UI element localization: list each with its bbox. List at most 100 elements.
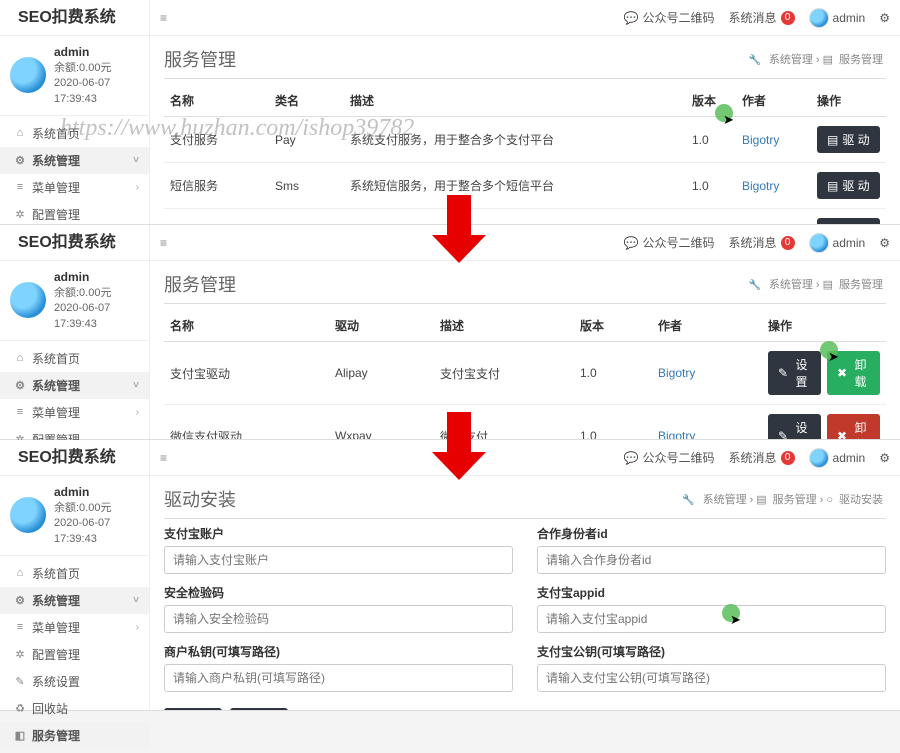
breadcrumb: 系统管理›▤服务管理›○驱动安装 [679,491,886,507]
safe-input[interactable] [164,605,513,633]
chevron-right-icon: › [136,182,139,193]
tb-qr[interactable]: 💬公众号二维码 [624,9,715,26]
sidebar: SEO扣费系统 admin 余额:0.00元 2020-06-07 17:39:… [0,440,150,710]
pub-input[interactable] [537,664,886,692]
user-time: 2020-06-07 17:39:43 [54,76,139,107]
nav-service[interactable]: ◧服务管理 [0,722,149,749]
table-row: 微信支付驱动Wxpay微信支付1.0Bigotry✎设 置✖卸 载 [164,405,886,440]
safe-label: 安全检验码 [164,584,513,601]
unload-button[interactable]: ✖卸 载 [827,351,880,395]
avatar [10,282,46,318]
tb-msg[interactable]: 系统消息0 [729,9,795,26]
hamburger-icon[interactable]: ≡ [160,11,167,25]
logo: SEO扣费系统 [0,0,149,36]
page-title: 服务管理 [164,46,236,72]
user-balance: 余额:0.00元 [54,61,139,76]
cog-icon: ✲ [14,208,26,221]
table-row: 云存储服务Storage系统云存储服务，用于整合多个云储存平台1.0Bigotr… [164,209,886,225]
topbar: ≡ 💬公众号二维码 系统消息0 admin ⚙ [150,440,900,476]
logo: SEO扣费系统 [0,440,149,476]
nav-order[interactable]: ≡菜单管理› [0,174,149,201]
truck-icon: ▤ [827,179,838,193]
pid-input[interactable] [537,546,886,574]
breadcrumb: 系统管理›▤服务管理 [745,276,886,292]
settings-icon[interactable]: ⚙ [879,236,890,250]
home-icon: ⌂ [14,127,26,139]
hamburger-icon[interactable]: ≡ [160,451,167,465]
table-row: 支付宝驱动Alipay支付宝支付1.0Bigotry✎设 置✖卸 载 [164,342,886,405]
tb-msg[interactable]: 系统消息0 [729,449,795,466]
tb-user[interactable]: admin [809,448,866,468]
tb-qr[interactable]: 💬公众号二维码 [624,234,715,251]
nav-home[interactable]: ⌂系统首页 [0,120,149,147]
tb-qr[interactable]: 💬公众号二维码 [624,449,715,466]
drive-button[interactable]: ▤驱 动 [817,172,880,199]
page-title: 驱动安装 [164,486,236,512]
install-form: 支付宝账户 安全检验码 商户私钥(可填写路径) 合作身份者id 支付宝appid… [164,525,886,702]
avatar [10,497,46,533]
truck-icon: ▤ [827,133,838,147]
drive-button[interactable]: ▤驱 动 [817,218,880,224]
frame-1: SEO扣费系统 admin 余额:0.00元 2020-06-07 17:39:… [0,0,900,225]
service-table: 名称 类名 描述 版本 作者 操作 支付服务Pay系统支付服务，用于整合多个支付… [164,85,886,224]
main-2: 服务管理 系统管理›▤服务管理 名称 驱动 描述 版本 作者 操作 支付宝驱动A… [150,261,900,439]
priv-label: 商户私钥(可填写路径) [164,643,513,660]
hamburger-icon[interactable]: ≡ [160,236,167,250]
nav-system[interactable]: ⚙系统管理˅ [0,587,149,614]
acct-input[interactable] [164,546,513,574]
user-block: admin 余额:0.00元 2020-06-07 17:39:43 [0,36,149,116]
unload-button[interactable]: ✖卸 载 [827,414,880,439]
wechat-icon: 💬 [624,11,639,25]
appid-input[interactable] [537,605,886,633]
nav-config[interactable]: ✲配置管理 [0,641,149,668]
settings-icon[interactable]: ⚙ [879,451,890,465]
edit-icon: ✎ [778,429,788,439]
back-button[interactable]: ↺返回 [230,708,288,710]
table-row: 短信服务Sms系统短信服务，用于整合多个短信平台1.0Bigotry▤驱 动 [164,163,886,209]
acct-label: 支付宝账户 [164,525,513,542]
edit-icon: ✎ [778,366,788,380]
nav-order[interactable]: ≡菜单管理› [0,614,149,641]
table-row: 支付服务Pay系统支付服务，用于整合多个支付平台1.0Bigotry▤驱 动 [164,117,886,163]
appid-label: 支付宝appid [537,584,886,601]
close-icon: ✖ [837,366,847,380]
topbar: ≡ 💬公众号二维码 系统消息0 admin ⚙ [150,0,900,36]
sidebar: SEO扣费系统 admin 余额:0.00元 2020-06-07 17:39:… [0,0,150,224]
nav-system[interactable]: ⚙系统管理˅ [0,147,149,174]
user-block: admin 余额:0.00元 2020-06-07 17:39:43 [0,476,149,556]
priv-input[interactable] [164,664,513,692]
tb-user[interactable]: admin [809,233,866,253]
topbar: ≡ 💬公众号二维码 系统消息0 admin ⚙ [150,225,900,261]
main-3: 驱动安装 系统管理›▤服务管理›○驱动安装 支付宝账户 安全检验码 商户私钥(可… [150,476,900,710]
settings-icon[interactable]: ⚙ [879,11,890,25]
nav-settings[interactable]: ✎系统设置 [0,668,149,695]
nav-system[interactable]: ⚙系统管理˅ [0,372,149,399]
user-name: admin [54,44,139,61]
nav-recycle[interactable]: ♻回收站 [0,695,149,722]
pid-label: 合作身份者id [537,525,886,542]
nav-home[interactable]: ⌂系统首页 [0,560,149,587]
page-title: 服务管理 [164,271,236,297]
driver-table: 名称 驱动 描述 版本 作者 操作 支付宝驱动Alipay支付宝支付1.0Big… [164,310,886,439]
tb-msg[interactable]: 系统消息0 [729,234,795,251]
drive-button[interactable]: ▤驱 动 [817,126,880,153]
breadcrumb: 系统管理›▤服务管理 [745,51,886,67]
nav-config[interactable]: ✲配置管理 [0,201,149,228]
gear-icon: ⚙ [14,154,26,167]
avatar-icon [809,8,829,28]
logo: SEO扣费系统 [0,225,149,261]
frame-2: SEO扣费系统 admin 余额:0.00元 2020-06-07 17:39:… [0,225,900,440]
settings-button[interactable]: ✎设 置 [768,351,821,395]
nav-order[interactable]: ≡菜单管理› [0,399,149,426]
tb-user[interactable]: admin [809,8,866,28]
list-icon: ≡ [14,181,26,193]
sidebar: SEO扣费系统 admin 余额:0.00元 2020-06-07 17:39:… [0,225,150,439]
main-1: 服务管理 系统管理›▤服务管理 名称 类名 描述 版本 作者 操作 支付服务Pa… [150,36,900,224]
nav-home[interactable]: ⌂系统首页 [0,345,149,372]
submit-button[interactable]: ✈确定 [164,708,222,710]
frame-3: SEO扣费系统 admin 余额:0.00元 2020-06-07 17:39:… [0,440,900,711]
settings-button[interactable]: ✎设 置 [768,414,821,439]
msg-badge: 0 [781,11,795,25]
close-icon: ✖ [837,429,847,439]
pub-label: 支付宝公钥(可填写路径) [537,643,886,660]
